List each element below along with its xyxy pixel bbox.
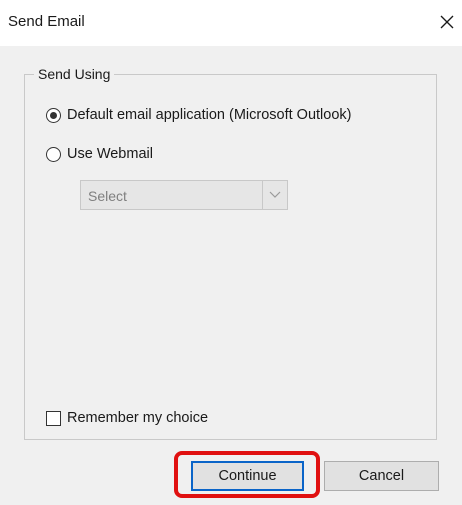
- continue-button[interactable]: Continue: [191, 461, 304, 491]
- radio-button-checked[interactable]: [46, 107, 61, 123]
- cancel-button[interactable]: Cancel: [324, 461, 439, 491]
- send-using-group: [24, 74, 437, 440]
- radio-default-email-label: Default email application (Microsoft Out…: [67, 107, 352, 123]
- remember-choice-checkbox[interactable]: [46, 410, 61, 426]
- send-email-dialog: Send Email Send Using Default email appl…: [0, 0, 462, 505]
- title-bar: Send Email: [0, 0, 462, 46]
- radio-use-webmail[interactable]: Use Webmail: [46, 146, 153, 162]
- radio-button-unchecked[interactable]: [46, 146, 61, 162]
- radio-use-webmail-label: Use Webmail: [67, 146, 153, 162]
- dialog-title: Send Email: [8, 13, 85, 30]
- remember-choice-checkbox-row[interactable]: Remember my choice: [46, 410, 208, 426]
- webmail-select-value: Select: [88, 188, 127, 204]
- remember-choice-label: Remember my choice: [67, 410, 209, 426]
- close-button[interactable]: [432, 2, 462, 42]
- send-using-label: Send Using: [34, 66, 115, 82]
- close-icon: [440, 15, 454, 29]
- chevron-down-icon: [262, 181, 287, 209]
- webmail-select[interactable]: Select: [80, 180, 288, 210]
- radio-default-email[interactable]: Default email application (Microsoft Out…: [46, 107, 351, 123]
